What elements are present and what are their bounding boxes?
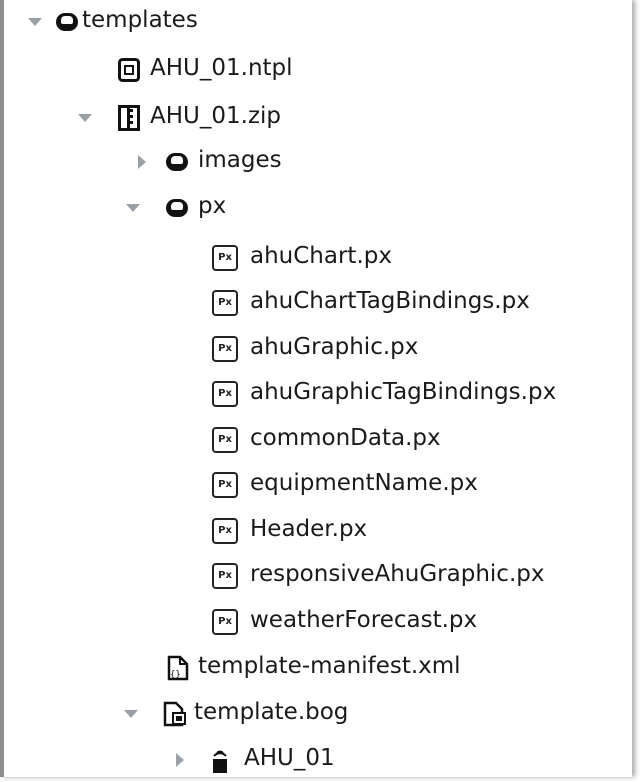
tree-node-label: px — [198, 193, 227, 219]
file-tree-panel: templates AHU_01.ntpl AHU_01.zip images … — [0, 0, 632, 777]
tree-node-label: images — [198, 147, 282, 173]
px-file-icon: Px — [212, 245, 238, 271]
folder-icon — [166, 199, 188, 217]
px-file-icon: Px — [212, 427, 238, 453]
zip-archive-icon — [118, 105, 140, 131]
tree-node-label: ahuChartTagBindings.px — [250, 288, 530, 314]
device-icon — [213, 750, 227, 773]
folder-icon — [166, 153, 188, 171]
px-file-icon: Px — [212, 336, 238, 362]
tree-node-label: template-manifest.xml — [198, 653, 461, 679]
expand-toggle-icon[interactable] — [28, 18, 42, 26]
tree-node-label: AHU_01.ntpl — [150, 55, 293, 81]
expand-toggle-icon[interactable] — [124, 710, 138, 718]
xml-file-icon: {} — [167, 655, 189, 681]
svg-text:{}: {} — [170, 670, 181, 680]
tree-node-label: template.bog — [194, 699, 349, 725]
expand-toggle-icon[interactable] — [176, 753, 184, 767]
tree-node-label: responsiveAhuGraphic.px — [250, 561, 545, 587]
px-file-icon: Px — [212, 563, 238, 589]
px-file-icon: Px — [212, 472, 238, 498]
expand-toggle-icon[interactable] — [126, 204, 140, 212]
tree-node-label: AHU_01 — [244, 745, 335, 771]
tree-node-label: Header.px — [250, 516, 368, 542]
expand-toggle-icon[interactable] — [78, 114, 92, 122]
tree-node-label: weatherForecast.px — [250, 607, 478, 633]
tree-node-label: AHU_01.zip — [150, 103, 282, 129]
bog-file-icon — [163, 701, 186, 727]
tree-node-label: ahuGraphicTagBindings.px — [250, 379, 557, 405]
tree-node-label: equipmentName.px — [250, 470, 478, 496]
px-file-icon: Px — [212, 609, 238, 635]
tree-node-label: ahuChart.px — [250, 243, 392, 269]
px-file-icon: Px — [212, 290, 238, 316]
ntpl-file-icon — [118, 58, 140, 82]
px-file-icon: Px — [212, 381, 238, 407]
tree-node-label: ahuGraphic.px — [250, 334, 419, 360]
tree-node-label: templates — [82, 7, 198, 33]
tree-node-label: commonData.px — [250, 425, 441, 451]
folder-icon — [56, 13, 78, 31]
px-file-icon: Px — [212, 518, 238, 544]
expand-toggle-icon[interactable] — [138, 155, 146, 169]
